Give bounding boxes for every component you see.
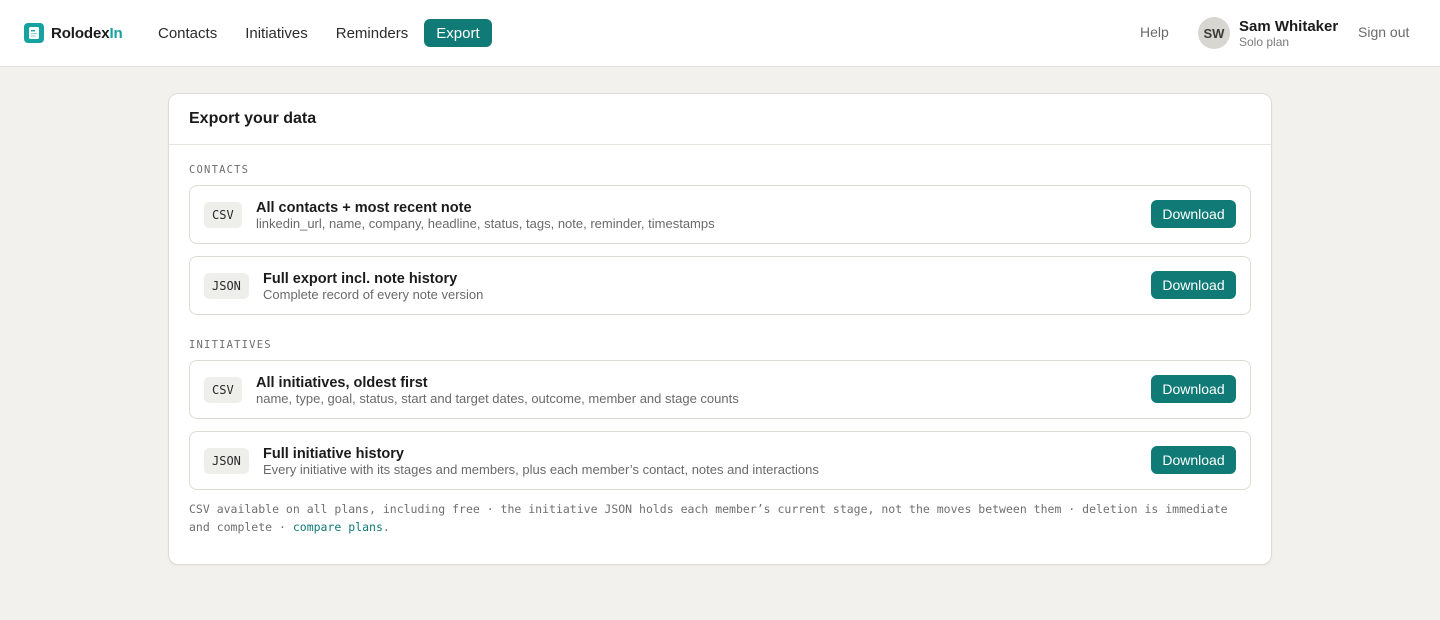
- brand-logo[interactable]: RolodexIn: [24, 22, 123, 44]
- export-card: Export your data CONTACTS CSV All contac…: [168, 93, 1272, 565]
- main-nav: Contacts Initiatives Reminders Export: [144, 19, 492, 47]
- export-description: linkedin_url, name, company, headline, s…: [256, 216, 715, 231]
- download-button[interactable]: Download: [1151, 446, 1236, 474]
- format-badge: JSON: [204, 448, 249, 474]
- export-description: name, type, goal, status, start and targ…: [256, 391, 739, 406]
- avatar[interactable]: SW: [1198, 17, 1230, 49]
- sign-out-link[interactable]: Sign out: [1358, 24, 1409, 40]
- export-title: All contacts + most recent note: [256, 200, 472, 216]
- format-badge: CSV: [204, 202, 242, 228]
- compare-plans-link[interactable]: compare plans: [293, 520, 383, 534]
- top-bar: RolodexIn Contacts Initiatives Reminders…: [0, 0, 1440, 67]
- format-badge: CSV: [204, 377, 242, 403]
- help-link[interactable]: Help: [1140, 24, 1169, 40]
- export-row-contacts-csv: CSV All contacts + most recent note link…: [189, 185, 1251, 244]
- section-label-initiatives: INITIATIVES: [189, 339, 272, 351]
- export-row-initiatives-csv: CSV All initiatives, oldest first name, …: [189, 360, 1251, 419]
- export-title: All initiatives, oldest first: [256, 375, 428, 391]
- format-badge: JSON: [204, 273, 249, 299]
- user-plan: Solo plan: [1239, 35, 1290, 49]
- rolodex-card-icon: [24, 23, 44, 43]
- footnote-end: .: [382, 520, 390, 534]
- download-button[interactable]: Download: [1151, 271, 1236, 299]
- export-description: Every initiative with its stages and mem…: [263, 462, 819, 477]
- download-button[interactable]: Download: [1151, 375, 1236, 403]
- user-name: Sam Whitaker: [1239, 18, 1339, 35]
- export-row-initiatives-json: JSON Full initiative history Every initi…: [189, 431, 1251, 490]
- nav-export[interactable]: Export: [424, 19, 492, 47]
- export-row-contacts-json: JSON Full export incl. note history Comp…: [189, 256, 1251, 315]
- nav-contacts[interactable]: Contacts: [144, 19, 231, 47]
- page-title: Export your data: [189, 110, 317, 127]
- export-title: Full initiative history: [263, 446, 404, 462]
- export-title: Full export incl. note history: [263, 271, 458, 287]
- card-header: Export your data: [169, 94, 1271, 145]
- download-button[interactable]: Download: [1151, 200, 1236, 228]
- export-description: Complete record of every note version: [263, 287, 484, 302]
- nav-initiatives[interactable]: Initiatives: [231, 19, 322, 47]
- plans-footnote: CSV available on all plans, including fr…: [189, 500, 1253, 536]
- nav-reminders[interactable]: Reminders: [322, 19, 423, 47]
- section-label-contacts: CONTACTS: [189, 164, 250, 176]
- brand-name: RolodexIn: [51, 24, 123, 42]
